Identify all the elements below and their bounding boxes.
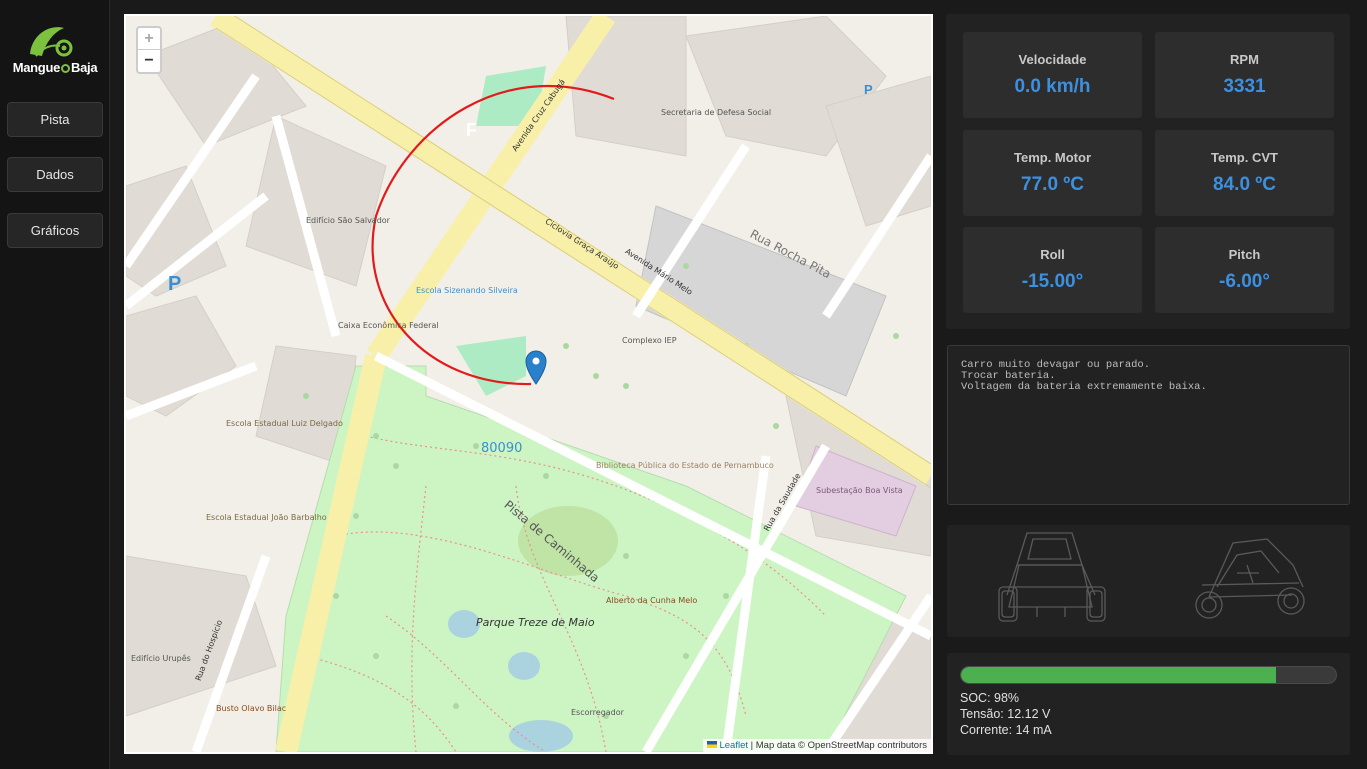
metric-card-temp-cvt: Temp. CVT 84.0 ºC (1155, 130, 1334, 216)
metric-value: 0.0 km/h (1014, 76, 1091, 97)
metric-value: 77.0 ºC (1021, 174, 1084, 195)
metric-card-pitch: Pitch -6.00° (1155, 227, 1334, 313)
map-label-sao-salvador: Edifício São Salvador (306, 216, 390, 225)
svg-text:F: F (466, 120, 477, 140)
soc-text: SOC: 98% (960, 691, 1020, 705)
metric-value: -15.00° (1021, 271, 1084, 292)
logo-text-left: Mangue (12, 60, 61, 75)
mangue-baja-logo: Mangue Baja (2, 22, 108, 82)
track-map[interactable]: P P F Complexo IEP Avenida Mário Melo Ci… (124, 14, 933, 754)
soc-progress-fill (961, 667, 1276, 683)
map-label-secretaria: Secretaria de Defesa Social (661, 108, 772, 117)
map-label-stop-80090: 80090 (481, 441, 523, 456)
svg-text:P: P (168, 273, 181, 295)
map-label-busto: Busto Olavo Bilac (216, 704, 287, 713)
voltage-text: Tensão: 12.12 V (960, 707, 1051, 721)
map-label-escola-joao: Escola Estadual João Barbalho (206, 513, 327, 522)
nav-button-graficos[interactable]: Gráficos (7, 213, 103, 248)
map-label-biblioteca: Biblioteca Pública do Estado de Pernambu… (596, 461, 774, 470)
alert-line: Voltagem da bateria extremamente baixa. (961, 381, 1207, 393)
map-label-edificio-urupes: Edifício Urupês (131, 654, 191, 663)
sidebar: Mangue Baja Pista Dados Gráficos (0, 0, 110, 769)
map-label-complexo-iep: Complexo IEP (622, 336, 677, 345)
logo-crab-icon (30, 27, 73, 57)
map-label-escola-sizenando: Escola Sizenando Silveira (416, 286, 518, 295)
gear-icon (61, 64, 71, 73)
nav-button-pista[interactable]: Pista (7, 102, 103, 137)
metrics-panel: Velocidade 0.0 km/h RPM 3331 Temp. Motor… (946, 14, 1350, 329)
map-label-escorregador: Escorregador (571, 708, 624, 717)
metric-value: -6.00° (1219, 271, 1270, 292)
zoom-in-button[interactable]: + (138, 28, 160, 50)
alerts-log[interactable]: Carro muito devagar ou parado. Trocar ba… (947, 345, 1350, 505)
metric-card-roll: Roll -15.00° (963, 227, 1142, 313)
current-text: Corrente: 14 mA (960, 723, 1052, 737)
map-label-parque: Parque Treze de Maio (476, 616, 595, 629)
map-label-escola-luiz: Escola Estadual Luiz Delgado (226, 419, 343, 428)
logo-text-right: Baja (71, 60, 98, 75)
zoom-out-button[interactable]: − (138, 50, 160, 72)
metric-card-temp-motor: Temp. Motor 77.0 ºC (963, 130, 1142, 216)
map-label-subestacao: Subestação Boa Vista (816, 486, 903, 495)
svg-text:P: P (864, 82, 873, 97)
zoom-control: + − (136, 26, 162, 74)
metric-label: RPM (1230, 52, 1259, 67)
metric-card-rpm: RPM 3331 (1155, 32, 1334, 118)
nav-button-dados[interactable]: Dados (7, 157, 103, 192)
vehicle-views (998, 532, 1305, 622)
leaflet-link[interactable]: Leaflet (719, 740, 748, 751)
attribution-text: | Map data © OpenStreetMap contributors (748, 740, 927, 751)
battery-panel: SOC: 98% Tensão: 12.12 V Corrente: 14 mA (947, 653, 1350, 755)
map-label-caixa: Caixa Econômica Federal (338, 321, 439, 330)
metric-label: Temp. Motor (1013, 150, 1092, 165)
metric-value: 3331 (1223, 76, 1266, 97)
metric-label: Temp. CVT (1211, 150, 1278, 165)
buggy-front-icon (998, 532, 1106, 622)
map-attribution: Leaflet | Map data © OpenStreetMap contr… (702, 739, 931, 752)
buggy-side-icon (1195, 538, 1305, 619)
metric-card-velocidade: Velocidade 0.0 km/h (963, 32, 1142, 118)
map-label-alberto: Alberto da Cunha Melo (606, 596, 698, 605)
metric-label: Pitch (1228, 247, 1261, 262)
soc-progress-bar (960, 666, 1337, 684)
metric-label: Velocidade (1018, 52, 1087, 67)
metric-value: 84.0 ºC (1213, 174, 1276, 195)
metric-label: Roll (1040, 247, 1065, 262)
vehicle-orientation-panel (947, 525, 1350, 637)
flag-icon (706, 741, 717, 748)
